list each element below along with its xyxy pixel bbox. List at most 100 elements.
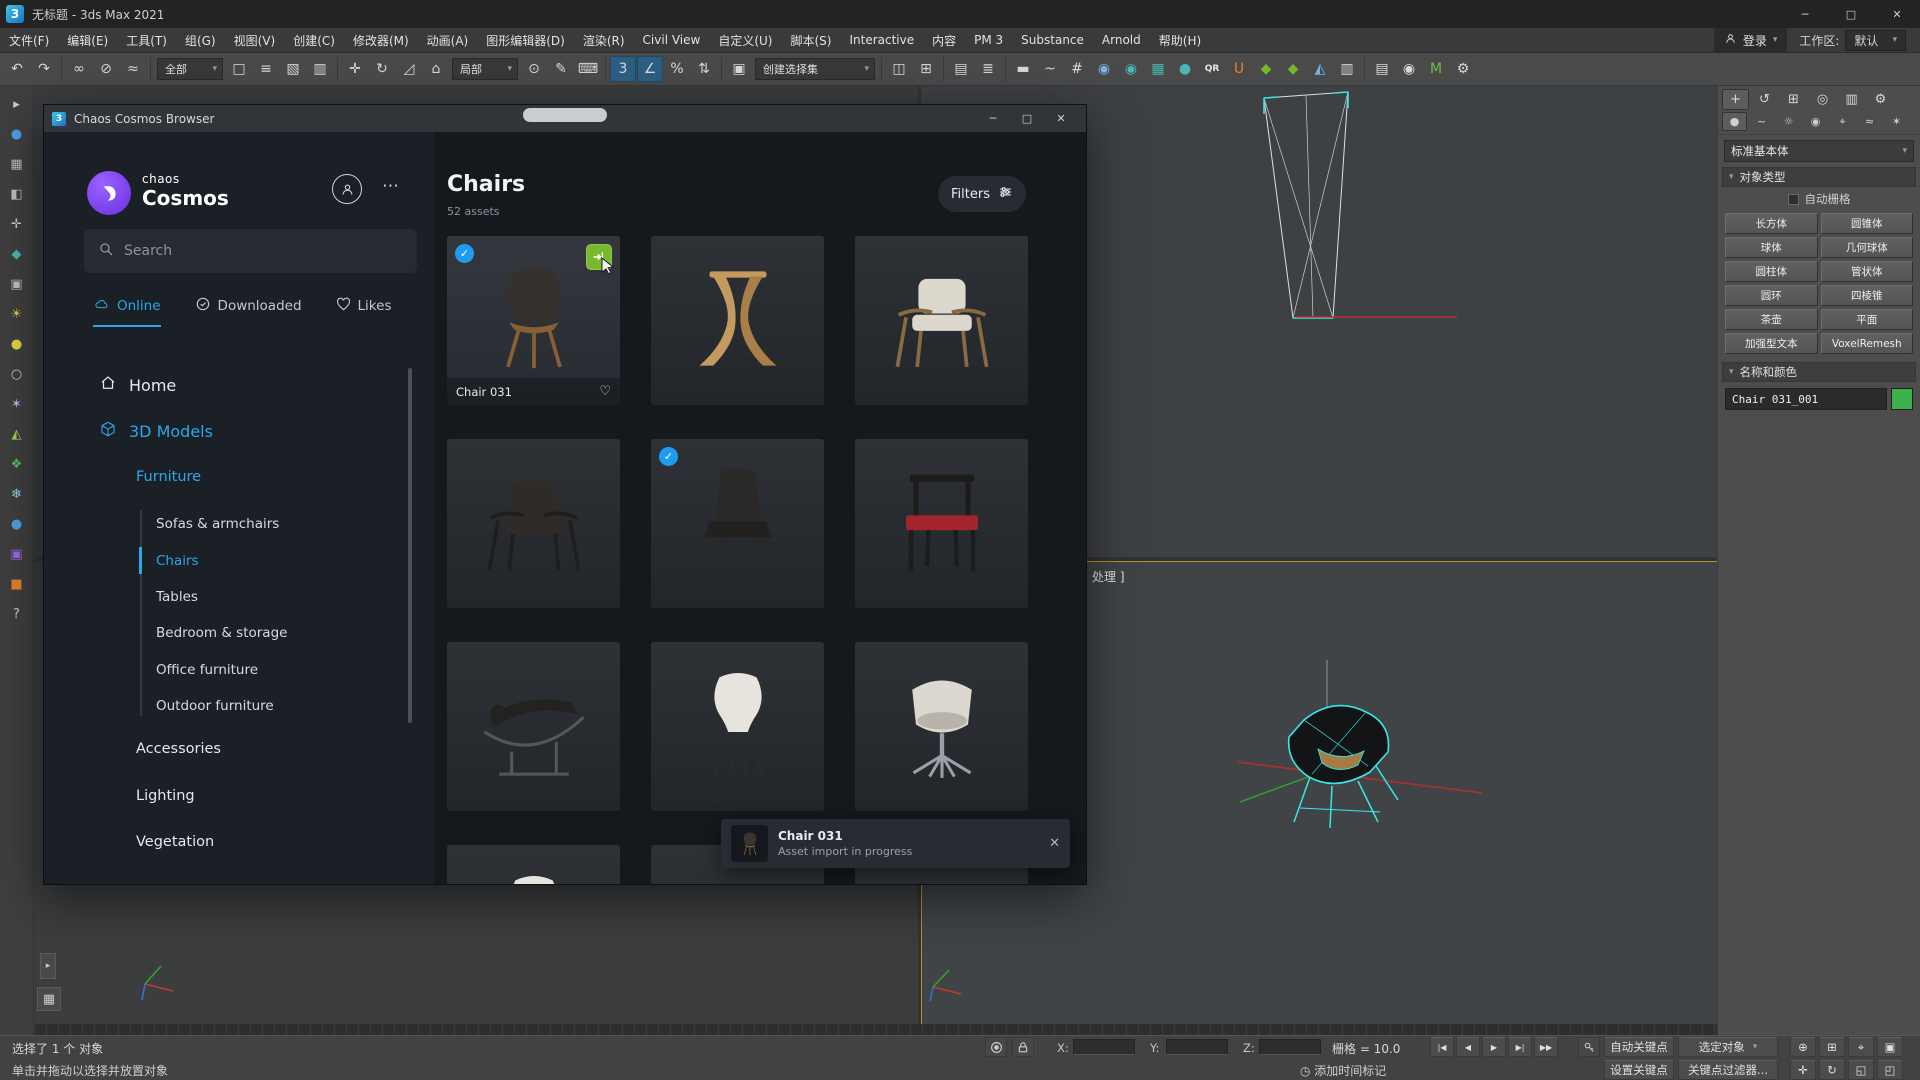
project-explorer-icon[interactable]: ▤ — [1369, 56, 1395, 82]
spinner-snap-icon[interactable]: ⇅ — [691, 56, 717, 82]
drag-handle[interactable] — [523, 108, 607, 122]
menu-item[interactable]: 动画(A) — [418, 28, 478, 52]
name-color-rollout[interactable]: ▾ 名称和颜色 — [1722, 362, 1916, 382]
sphere-blue2-icon[interactable]: ● — [5, 512, 29, 536]
selection-lock-icon[interactable] — [1012, 1037, 1034, 1057]
snap-toggle-icon[interactable]: 3 — [610, 56, 636, 82]
next-frame-button[interactable]: ▶| — [1508, 1037, 1532, 1057]
sidebar-item-outdoor-furniture[interactable]: Outdoor furniture — [156, 695, 274, 717]
lights-subtab[interactable]: ☼ — [1776, 112, 1801, 131]
import-button[interactable] — [586, 244, 612, 270]
help-icon[interactable]: ? — [5, 602, 29, 626]
menu-item[interactable]: 视图(V) — [225, 28, 285, 52]
zoom-icon[interactable]: ⊕ — [1790, 1037, 1816, 1057]
select-object-icon[interactable]: □ — [226, 56, 252, 82]
gem-icon[interactable]: ◆ — [5, 242, 29, 266]
menu-item[interactable]: 帮助(H) — [1150, 28, 1210, 52]
sphere-blue-icon[interactable]: ● — [5, 122, 29, 146]
select-place-icon[interactable]: ⌂ — [423, 56, 449, 82]
modify-tab[interactable]: ↺ — [1751, 89, 1778, 110]
spacewarps-subtab[interactable]: ≈ — [1857, 112, 1882, 131]
menu-item[interactable]: 工具(T) — [117, 28, 176, 52]
named-selection-icon[interactable]: ▣ — [726, 56, 752, 82]
star-icon[interactable]: ✶ — [5, 392, 29, 416]
menu-item[interactable]: 修改器(M) — [344, 28, 418, 52]
selected-chair-model[interactable] — [1230, 650, 1500, 890]
sidebar-item-accessories[interactable]: Accessories — [136, 737, 221, 761]
select-rotate-icon[interactable]: ↻ — [369, 56, 395, 82]
layout-expand-button[interactable]: ▸ — [40, 953, 56, 979]
menu-item[interactable]: 脚本(S) — [781, 28, 840, 52]
ribbon-icon[interactable]: ▬ — [1010, 56, 1036, 82]
menu-item[interactable]: 图形编辑器(D) — [477, 28, 574, 52]
render-icon[interactable]: ● — [1172, 56, 1198, 82]
window-crossing-icon[interactable]: ▥ — [307, 56, 333, 82]
box-orange-icon[interactable]: ■ — [5, 572, 29, 596]
primitive-button[interactable]: 圆环 — [1725, 285, 1818, 306]
helpers-subtab[interactable]: ⌖ — [1830, 112, 1855, 131]
primitive-button[interactable]: 平面 — [1821, 309, 1914, 330]
bind-spacewarp-icon[interactable]: ≈ — [120, 56, 146, 82]
mirror-icon[interactable]: ◫ — [886, 56, 912, 82]
primitive-button[interactable]: 管状体 — [1821, 261, 1914, 282]
sidebar-item-sofas-armchairs[interactable]: Sofas & armchairs — [156, 513, 279, 535]
sphere-yellow-icon[interactable]: ● — [5, 332, 29, 356]
menu-item[interactable]: Interactive — [840, 28, 923, 52]
search-input[interactable]: Search — [84, 229, 417, 273]
sidebar-item-3d-models[interactable]: 3D Models — [99, 418, 213, 444]
primitive-button[interactable]: VoxelRemesh — [1821, 333, 1914, 354]
asset-tile[interactable] — [447, 845, 620, 884]
qr-render-icon[interactable]: QR — [1199, 56, 1225, 82]
login-button[interactable]: 登录 ▾ — [1714, 28, 1788, 52]
heart-icon[interactable]: ♡ — [599, 384, 611, 399]
sidebar-scrollbar[interactable] — [408, 368, 412, 723]
cosmos-minimize-button[interactable]: ─ — [976, 105, 1010, 132]
systems-subtab[interactable]: ✶ — [1884, 112, 1909, 131]
create-selection-set-input[interactable]: 创建选择集▾ — [755, 58, 875, 80]
redo-icon[interactable]: ↷ — [31, 56, 57, 82]
curve-editor-icon[interactable]: ~ — [1037, 56, 1063, 82]
select-move-icon[interactable]: ✛ — [342, 56, 368, 82]
menu-item[interactable]: 文件(F) — [0, 28, 58, 52]
layer-explorer-icon[interactable]: ≣ — [975, 56, 1001, 82]
menu-item[interactable]: Arnold — [1093, 28, 1150, 52]
menu-item[interactable]: 组(G) — [176, 28, 225, 52]
menu-item[interactable]: Civil View — [634, 28, 710, 52]
asset-tile[interactable] — [855, 236, 1028, 405]
foliage-icon[interactable]: ❖ — [5, 452, 29, 476]
align-icon[interactable]: ⊞ — [913, 56, 939, 82]
arnold-icon[interactable]: ◭ — [1307, 56, 1333, 82]
asset-tile[interactable] — [447, 642, 620, 811]
stats-icon[interactable]: ▥ — [1334, 56, 1360, 82]
hierarchy-tab[interactable]: ⊞ — [1780, 89, 1807, 110]
select-by-name-icon[interactable]: ≡ — [253, 56, 279, 82]
motion-tab[interactable]: ◎ — [1809, 89, 1836, 110]
substance-icon[interactable]: U — [1226, 56, 1252, 82]
select-manipulate-icon[interactable]: ✎ — [548, 56, 574, 82]
half-square-icon[interactable]: ◧ — [5, 182, 29, 206]
primitive-button[interactable]: 四棱锥 — [1821, 285, 1914, 306]
object-name-field[interactable]: Chair 031_001 — [1725, 388, 1887, 410]
primitive-button[interactable]: 圆柱体 — [1725, 261, 1818, 282]
zoom-region-icon[interactable]: ◱ — [1848, 1060, 1874, 1080]
pan-icon[interactable]: ✛ — [1790, 1060, 1816, 1080]
ref-coordsys-dropdown[interactable]: 局部▾ — [452, 58, 518, 80]
sidebar-item-lighting[interactable]: Lighting — [136, 784, 195, 808]
filters-button[interactable]: Filters — [938, 176, 1026, 212]
minimize-button[interactable]: ─ — [1782, 0, 1828, 28]
scene-explorer-icon[interactable]: ▤ — [948, 56, 974, 82]
asset-tile[interactable] — [447, 439, 620, 608]
viewport-shading-label[interactable]: 处理 ] — [1092, 568, 1125, 585]
cosmos-browser-icon[interactable]: ◆ — [1253, 56, 1279, 82]
angle-snap-icon[interactable]: ∠ — [637, 56, 663, 82]
menu-item[interactable]: 渲染(R) — [574, 28, 634, 52]
menu-item[interactable]: PM 3 — [965, 28, 1012, 52]
orbit-icon[interactable]: ↻ — [1819, 1060, 1845, 1080]
keyboard-override-icon[interactable]: ⌨ — [575, 56, 601, 82]
more-menu-icon[interactable]: ⋯ — [382, 176, 401, 196]
coord-field[interactable] — [1259, 1039, 1321, 1055]
play-button[interactable]: ▶ — [1482, 1037, 1506, 1057]
sidebar-item-tables[interactable]: Tables — [156, 586, 198, 608]
sidebar-item-vegetation[interactable]: Vegetation — [136, 830, 214, 854]
autogrid-checkbox[interactable] — [1788, 194, 1799, 205]
